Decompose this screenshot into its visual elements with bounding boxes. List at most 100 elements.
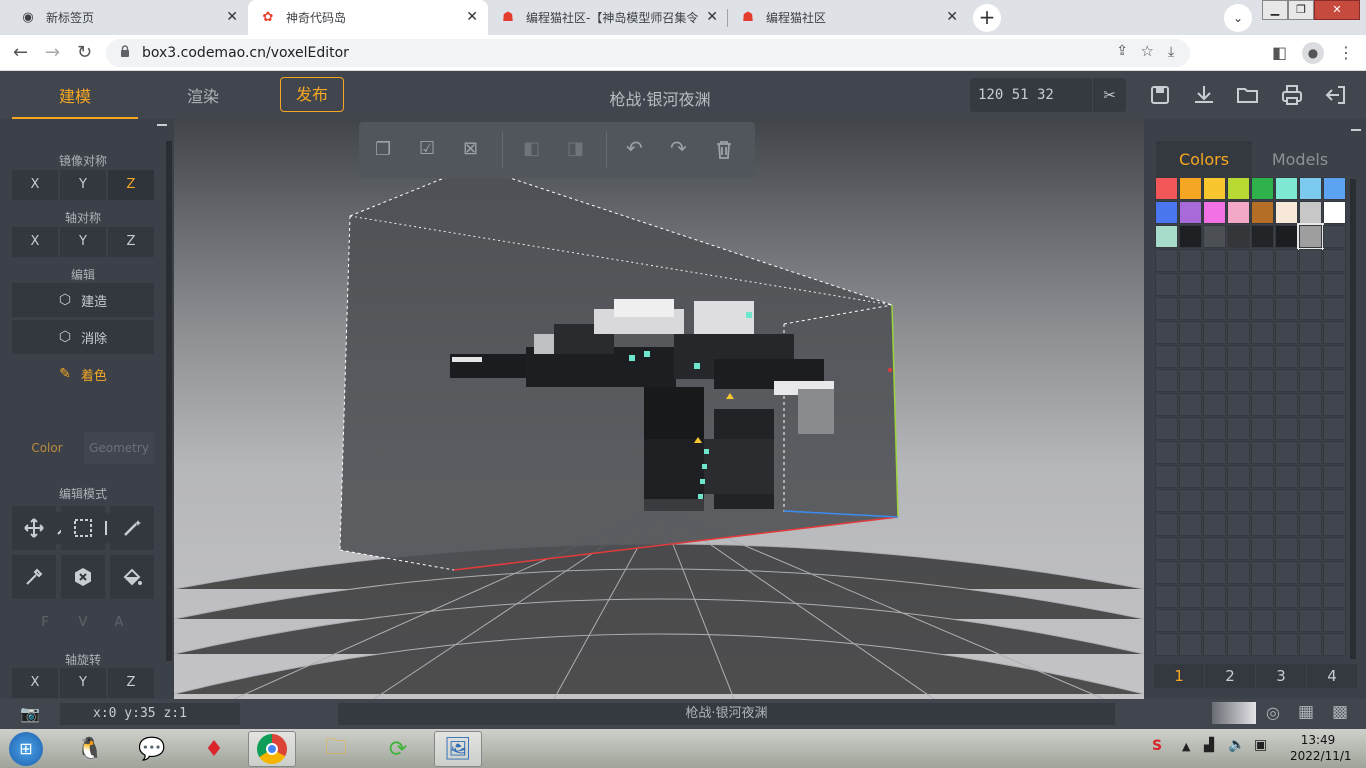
tab-render[interactable]: 渲染 — [140, 71, 266, 119]
palette-swatch[interactable] — [1275, 249, 1298, 272]
menu-dots-icon[interactable]: ⋮ — [1338, 43, 1354, 62]
palette-scrollbar[interactable] — [1350, 179, 1356, 659]
palette-swatch[interactable] — [1179, 465, 1202, 488]
palette-swatch[interactable] — [1179, 177, 1202, 200]
reload-icon[interactable]: ↻ — [77, 42, 92, 63]
tab-search-button[interactable]: ⌄ — [1224, 4, 1252, 32]
palette-swatch[interactable] — [1227, 273, 1250, 296]
palette-swatch[interactable] — [1227, 201, 1250, 224]
palette-swatch[interactable] — [1299, 537, 1322, 560]
eyedropper-tool[interactable] — [12, 555, 56, 599]
browser-tab-codemao[interactable]: ✿ 神奇代码岛 ✕ — [248, 0, 488, 35]
palette-swatch[interactable] — [1299, 369, 1322, 392]
palette-swatch[interactable] — [1323, 369, 1346, 392]
palette-swatch[interactable] — [1227, 249, 1250, 272]
palette-swatch[interactable] — [1275, 633, 1298, 656]
palette-swatch[interactable] — [1155, 297, 1178, 320]
browser-tab-community-1[interactable]: ☗ 编程猫社区-【神岛模型师召集令 ✕ — [488, 0, 728, 35]
palette-swatch[interactable] — [1155, 465, 1178, 488]
palette-swatch[interactable] — [1251, 321, 1274, 344]
image-viewer-app[interactable]: 🖼 — [434, 731, 482, 767]
palette-swatch[interactable] — [1179, 489, 1202, 512]
palette-swatch[interactable] — [1203, 393, 1226, 416]
palette-swatch[interactable] — [1299, 441, 1322, 464]
palette-swatch[interactable] — [1203, 297, 1226, 320]
palette-swatch[interactable] — [1323, 633, 1346, 656]
palette-swatch[interactable] — [1323, 585, 1346, 608]
palette-swatch[interactable] — [1155, 561, 1178, 584]
palette-swatch[interactable] — [1179, 441, 1202, 464]
axis-x-button[interactable]: X — [12, 227, 58, 257]
palette-swatch[interactable] — [1203, 321, 1226, 344]
palette-swatch[interactable] — [1251, 633, 1274, 656]
palette-swatch[interactable] — [1155, 201, 1178, 224]
palette-swatch[interactable] — [1155, 321, 1178, 344]
palette-page-3[interactable]: 3 — [1256, 664, 1306, 688]
palette-swatch[interactable] — [1203, 465, 1226, 488]
palette-swatch[interactable] — [1227, 393, 1250, 416]
palette-swatch[interactable] — [1203, 417, 1226, 440]
start-button[interactable]: ⊞ — [2, 731, 50, 767]
download-icon[interactable] — [1190, 81, 1218, 109]
close-icon[interactable]: ✕ — [706, 9, 718, 25]
palette-swatch[interactable] — [1323, 489, 1346, 512]
palette-swatch[interactable] — [1323, 225, 1346, 248]
palette-swatch[interactable] — [1203, 561, 1226, 584]
forward-icon[interactable]: → — [45, 42, 60, 63]
palette-swatch[interactable] — [1155, 633, 1178, 656]
palette-swatch[interactable] — [1275, 441, 1298, 464]
restore-button[interactable]: ❐ — [1288, 0, 1314, 20]
palette-swatch[interactable] — [1227, 345, 1250, 368]
palette-swatch[interactable] — [1227, 177, 1250, 200]
palette-swatch[interactable] — [1227, 561, 1250, 584]
a-button[interactable]: A — [98, 608, 140, 638]
side-panel-icon[interactable]: ◧ — [1272, 43, 1287, 62]
palette-swatch[interactable] — [1299, 393, 1322, 416]
grid-icon[interactable]: ▦ — [1298, 702, 1314, 722]
palette-swatch[interactable] — [1299, 177, 1322, 200]
tab-colors[interactable]: Colors — [1156, 141, 1252, 177]
palette-swatch[interactable] — [1179, 537, 1202, 560]
palette-swatch[interactable] — [1155, 345, 1178, 368]
palette-swatch[interactable] — [1323, 345, 1346, 368]
erase-button[interactable]: ⬡ 消除 — [12, 320, 154, 354]
palette-swatch[interactable] — [1299, 297, 1322, 320]
palette-swatch[interactable] — [1251, 465, 1274, 488]
background-gradient-swatch[interactable] — [1212, 702, 1256, 724]
close-icon[interactable]: ✕ — [226, 9, 238, 25]
palette-swatch[interactable] — [1251, 177, 1274, 200]
palette-swatch[interactable] — [1299, 513, 1322, 536]
palette-swatch[interactable] — [1179, 273, 1202, 296]
palette-swatch[interactable] — [1155, 177, 1178, 200]
palette-swatch[interactable] — [1275, 417, 1298, 440]
palette-swatch[interactable] — [1227, 537, 1250, 560]
browser-tab-community-2[interactable]: ☗ 编程猫社区 ✕ — [728, 0, 968, 35]
palette-swatch[interactable] — [1251, 393, 1274, 416]
folder-open-icon[interactable] — [1234, 81, 1262, 109]
palette-swatch[interactable] — [1155, 273, 1178, 296]
axis-z-button[interactable]: Z — [108, 227, 154, 257]
palette-swatch[interactable] — [1251, 561, 1274, 584]
palette-swatch[interactable] — [1299, 609, 1322, 632]
palette-swatch[interactable] — [1155, 225, 1178, 248]
build-button[interactable]: ⬡ 建造 — [12, 283, 154, 317]
palette-swatch[interactable] — [1227, 417, 1250, 440]
palette-swatch[interactable] — [1251, 249, 1274, 272]
deselect-icon[interactable]: ⊠ — [463, 138, 478, 159]
send-backward-icon[interactable]: ◨ — [567, 138, 584, 159]
delete-block-tool[interactable] — [61, 555, 105, 599]
bring-forward-icon[interactable]: ◧ — [523, 138, 540, 159]
palette-swatch[interactable] — [1251, 609, 1274, 632]
palette-swatch[interactable] — [1203, 633, 1226, 656]
collapse-icon[interactable] — [157, 124, 167, 126]
mirror-z-button[interactable]: Z — [108, 170, 154, 200]
palette-swatch[interactable] — [1227, 465, 1250, 488]
palette-swatch[interactable] — [1227, 609, 1250, 632]
palette-swatch[interactable] — [1275, 561, 1298, 584]
palette-swatch[interactable] — [1203, 441, 1226, 464]
palette-swatch[interactable] — [1275, 345, 1298, 368]
action-center-icon[interactable]: ▣ — [1254, 737, 1267, 753]
palette-swatch[interactable] — [1275, 609, 1298, 632]
palette-swatch[interactable] — [1203, 273, 1226, 296]
palette-swatch[interactable] — [1227, 633, 1250, 656]
